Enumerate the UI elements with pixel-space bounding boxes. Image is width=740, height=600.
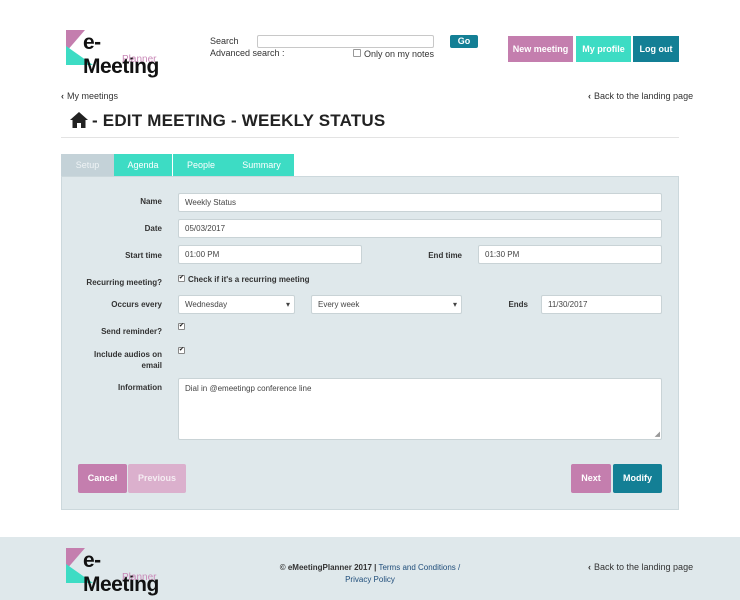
include-audios-label: Include audios on email (93, 350, 162, 370)
occurs-frequency-select[interactable]: Every week (311, 295, 462, 314)
start-time-field[interactable]: 01:00 PM (178, 245, 362, 264)
date-field[interactable]: 05/03/2017 (178, 219, 662, 238)
my-profile-button[interactable]: My profile (576, 36, 631, 62)
tab-agenda[interactable]: Agenda (114, 154, 172, 176)
recurring-label: Recurring meeting? (86, 278, 162, 287)
information-textarea[interactable]: Dial in @emeetingp conference line ◢ (178, 378, 662, 440)
recurring-check-text: Check if it's a recurring meeting (188, 275, 310, 284)
send-reminder-checkbox[interactable]: ✔ (178, 323, 185, 330)
my-meetings-link[interactable]: ‹ My meetings (61, 91, 118, 101)
name-field[interactable]: Weekly Status (178, 193, 662, 212)
date-label: Date (144, 224, 162, 233)
go-button[interactable]: Go (450, 35, 478, 48)
page-title-text: - EDIT MEETING - WEEKLY STATUS (92, 111, 386, 130)
advanced-search-link[interactable]: Advanced search : (210, 48, 285, 58)
modify-button[interactable]: Modify (613, 464, 662, 493)
chevron-left-icon: ‹ (588, 562, 591, 572)
footer-logo-sub: Planner (122, 572, 157, 583)
end-time-label: End time (428, 251, 462, 260)
log-out-button[interactable]: Log out (633, 36, 679, 62)
home-icon[interactable] (70, 112, 88, 133)
send-reminder-label: Send reminder? (101, 327, 162, 336)
footer-back-landing-link[interactable]: ‹ Back to the landing page (588, 562, 693, 572)
chevron-left-icon: ‹ (588, 91, 591, 101)
back-landing-link[interactable]: ‹ Back to the landing page (588, 91, 693, 101)
occurs-day-select[interactable]: Wednesday (178, 295, 295, 314)
title-divider (61, 137, 679, 138)
footer-copyright: © eMeetingPlanner 2017 | Terms and Condi… (260, 562, 480, 586)
ends-field[interactable]: 11/30/2017 (541, 295, 662, 314)
end-time-field[interactable]: 01:30 PM (478, 245, 662, 264)
include-audios-checkbox[interactable]: ✔ (178, 347, 185, 354)
information-label: Information (118, 383, 162, 392)
next-button[interactable]: Next (571, 464, 611, 493)
tab-summary[interactable]: Summary (229, 154, 294, 176)
privacy-link[interactable]: Privacy Policy (345, 575, 395, 584)
only-notes-checkbox[interactable] (353, 49, 361, 57)
recurring-checkbox[interactable]: ✔ (178, 275, 185, 282)
previous-button[interactable]: Previous (128, 464, 186, 493)
start-time-label: Start time (125, 251, 162, 260)
logo[interactable]: e-Meeting Planner (66, 30, 176, 78)
chevron-left-icon: ‹ (61, 91, 64, 101)
cancel-button[interactable]: Cancel (78, 464, 127, 493)
page-title: - EDIT MEETING - WEEKLY STATUS (70, 111, 385, 133)
terms-link[interactable]: Terms and Conditions / (378, 563, 460, 572)
logo-sub: Planner (122, 54, 157, 65)
search-label: Search (210, 36, 239, 46)
occurs-every-label: Occurs every (111, 300, 162, 309)
resize-grip-icon[interactable]: ◢ (655, 430, 660, 438)
footer-logo[interactable]: e-Meeting Planner (66, 548, 176, 596)
new-meeting-button[interactable]: New meeting (508, 36, 573, 62)
search-input[interactable] (257, 35, 434, 48)
tab-people[interactable]: People (173, 154, 229, 176)
ends-label: Ends (508, 300, 528, 309)
name-label: Name (140, 197, 162, 206)
tab-setup[interactable]: Setup (61, 154, 114, 176)
copyright-text: © eMeetingPlanner 2017 | (279, 563, 377, 572)
only-notes-label: Only on my notes (364, 49, 435, 59)
information-text: Dial in @emeetingp conference line (185, 384, 312, 393)
